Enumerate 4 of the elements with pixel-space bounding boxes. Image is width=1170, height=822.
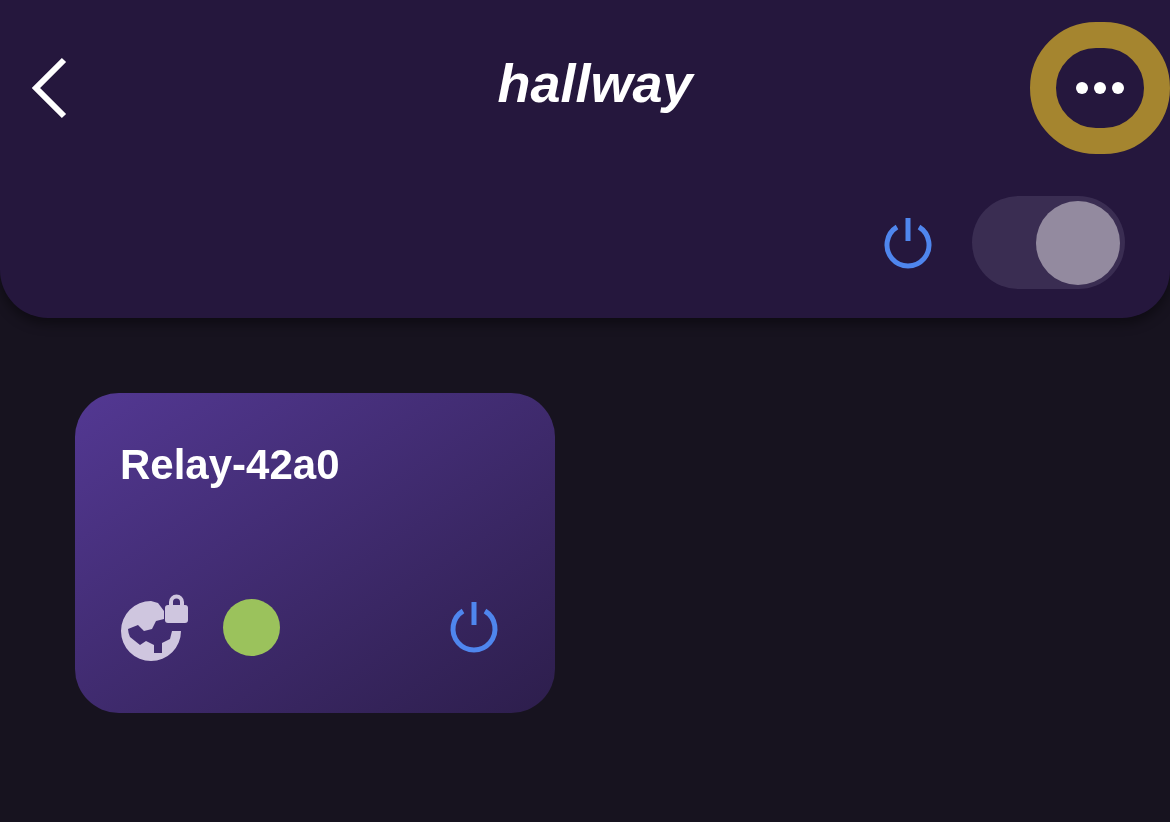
globe-lock-icon — [120, 593, 190, 661]
more-dots-icon — [1075, 81, 1125, 95]
device-card[interactable]: Relay-42a0 — [75, 393, 555, 713]
device-name: Relay-42a0 — [120, 440, 341, 490]
